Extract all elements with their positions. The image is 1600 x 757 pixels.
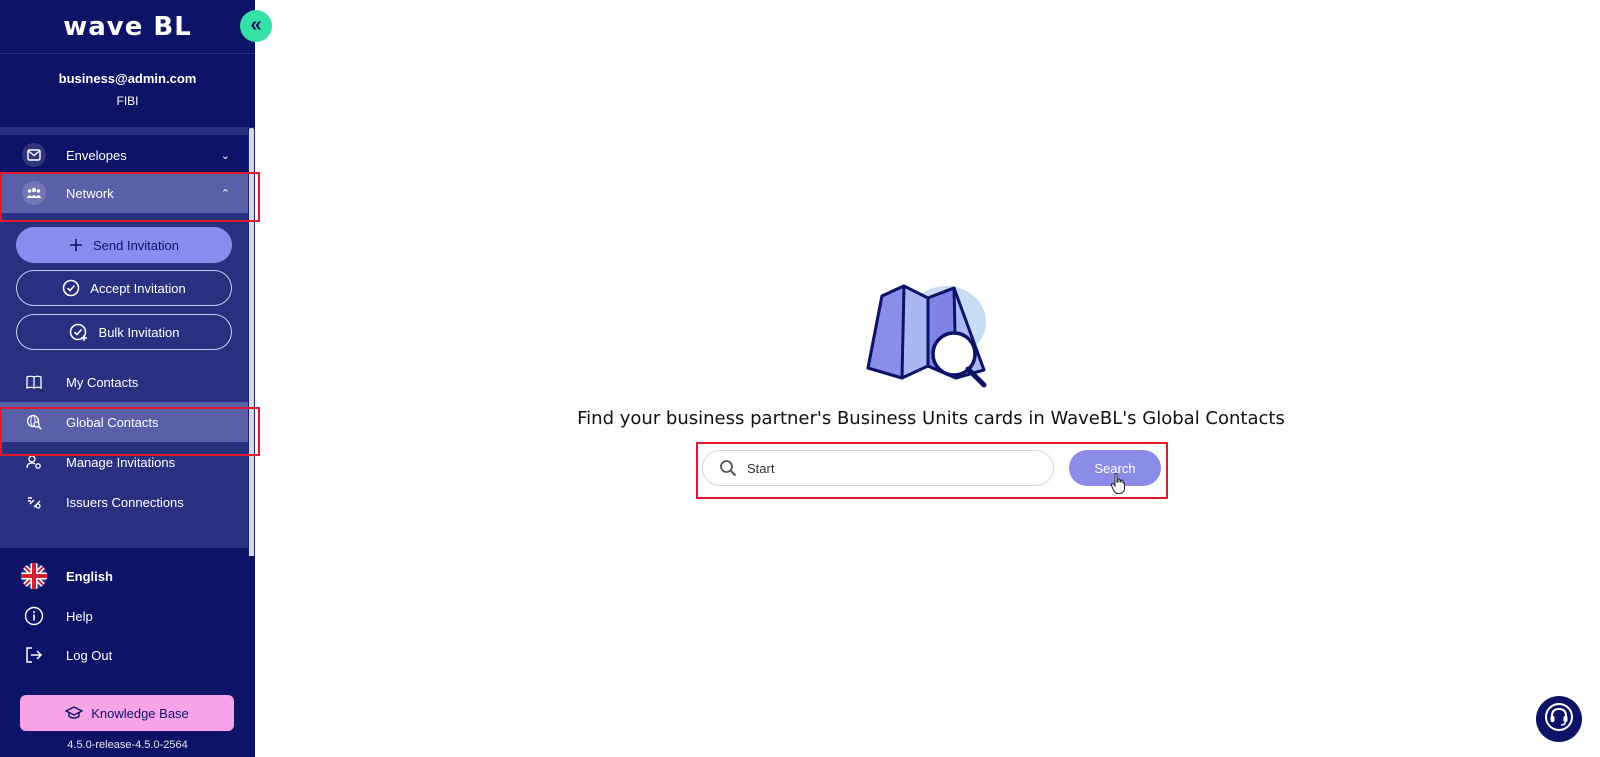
- support-chat-button[interactable]: [1536, 696, 1582, 742]
- nav-label-issuers-connections: Issuers Connections: [66, 494, 184, 510]
- nav-item-my-contacts[interactable]: My Contacts: [0, 362, 248, 402]
- knowledge-base-button[interactable]: Knowledge Base: [20, 695, 234, 731]
- help-link[interactable]: Help: [0, 598, 248, 634]
- globe-search-icon: [22, 410, 46, 434]
- connections-icon: [22, 490, 46, 514]
- language-selector[interactable]: English: [0, 558, 248, 594]
- nav-scrollbar-thumb[interactable]: [249, 128, 254, 563]
- uk-flag-icon: [20, 562, 48, 590]
- nav-label-network: Network: [66, 185, 114, 201]
- graduation-cap-icon: [65, 706, 84, 720]
- sidebar-footer: English Help Log Out Knowledge Base 4.5.…: [0, 556, 255, 757]
- bulk-invitation-button[interactable]: Bulk Invitation: [16, 314, 232, 350]
- sidebar: wave BL business@admin.com FIBI Envelope…: [0, 0, 260, 757]
- user-settings-icon: [22, 450, 46, 474]
- nav-item-network[interactable]: Network ⌃: [0, 173, 248, 213]
- logout-label: Log Out: [66, 647, 113, 663]
- nav-item-manage-invitations[interactable]: Manage Invitations: [0, 442, 248, 482]
- chevron-up-icon: ⌃: [220, 187, 230, 200]
- nav-label-envelopes: Envelopes: [66, 147, 127, 163]
- search-field[interactable]: [702, 450, 1054, 486]
- send-invitation-label: Send Invitation: [92, 237, 179, 253]
- bulk-invitation-label: Bulk Invitation: [98, 324, 180, 340]
- send-invitation-button[interactable]: Send Invitation: [16, 227, 232, 263]
- bulk-check-icon: [69, 323, 89, 341]
- map-search-illustration: [862, 282, 994, 392]
- logout-icon: [20, 641, 48, 669]
- language-label: English: [66, 568, 113, 584]
- nav-label-global-contacts: Global Contacts: [66, 414, 159, 430]
- nav-item-issuers-connections[interactable]: Issuers Connections: [0, 482, 248, 522]
- book-icon: [22, 370, 46, 394]
- page-headline: Find your business partner's Business Un…: [577, 408, 1285, 429]
- version-label: 4.5.0-release-4.5.0-2564: [67, 739, 188, 751]
- search-input[interactable]: [747, 460, 1017, 476]
- nav-item-global-contacts[interactable]: Global Contacts: [0, 402, 248, 442]
- accept-invitation-label: Accept Invitation: [90, 280, 186, 296]
- accept-invitation-button[interactable]: Accept Invitation: [16, 270, 232, 306]
- app-logo: wave BL: [63, 12, 192, 42]
- nav-label-my-contacts: My Contacts: [66, 374, 139, 390]
- chevron-down-icon: ⌄: [220, 149, 230, 162]
- nav-menu: Envelopes ⌄ Network ⌃ Send Invitation Ac…: [0, 128, 255, 548]
- knowledge-base-label: Knowledge Base: [91, 705, 189, 721]
- collapse-sidebar-button[interactable]: «: [240, 10, 272, 42]
- search-icon: [719, 459, 737, 477]
- divider: [0, 53, 255, 54]
- nav-item-envelopes[interactable]: Envelopes ⌄: [0, 135, 248, 175]
- people-icon: [22, 181, 46, 205]
- user-org: FIBI: [116, 94, 139, 108]
- user-email: business@admin.com: [58, 71, 197, 86]
- app-root: wave BL business@admin.com FIBI Envelope…: [0, 0, 1600, 757]
- help-label: Help: [66, 608, 93, 624]
- check-circle-icon: [62, 279, 80, 297]
- nav-label-manage-invitations: Manage Invitations: [66, 454, 176, 470]
- logout-link[interactable]: Log Out: [0, 637, 248, 673]
- headset-icon: [1544, 702, 1574, 737]
- mouse-pointer-icon: [1110, 472, 1126, 500]
- envelope-icon: [22, 143, 46, 167]
- info-icon: [20, 602, 48, 630]
- plus-icon: [69, 238, 83, 252]
